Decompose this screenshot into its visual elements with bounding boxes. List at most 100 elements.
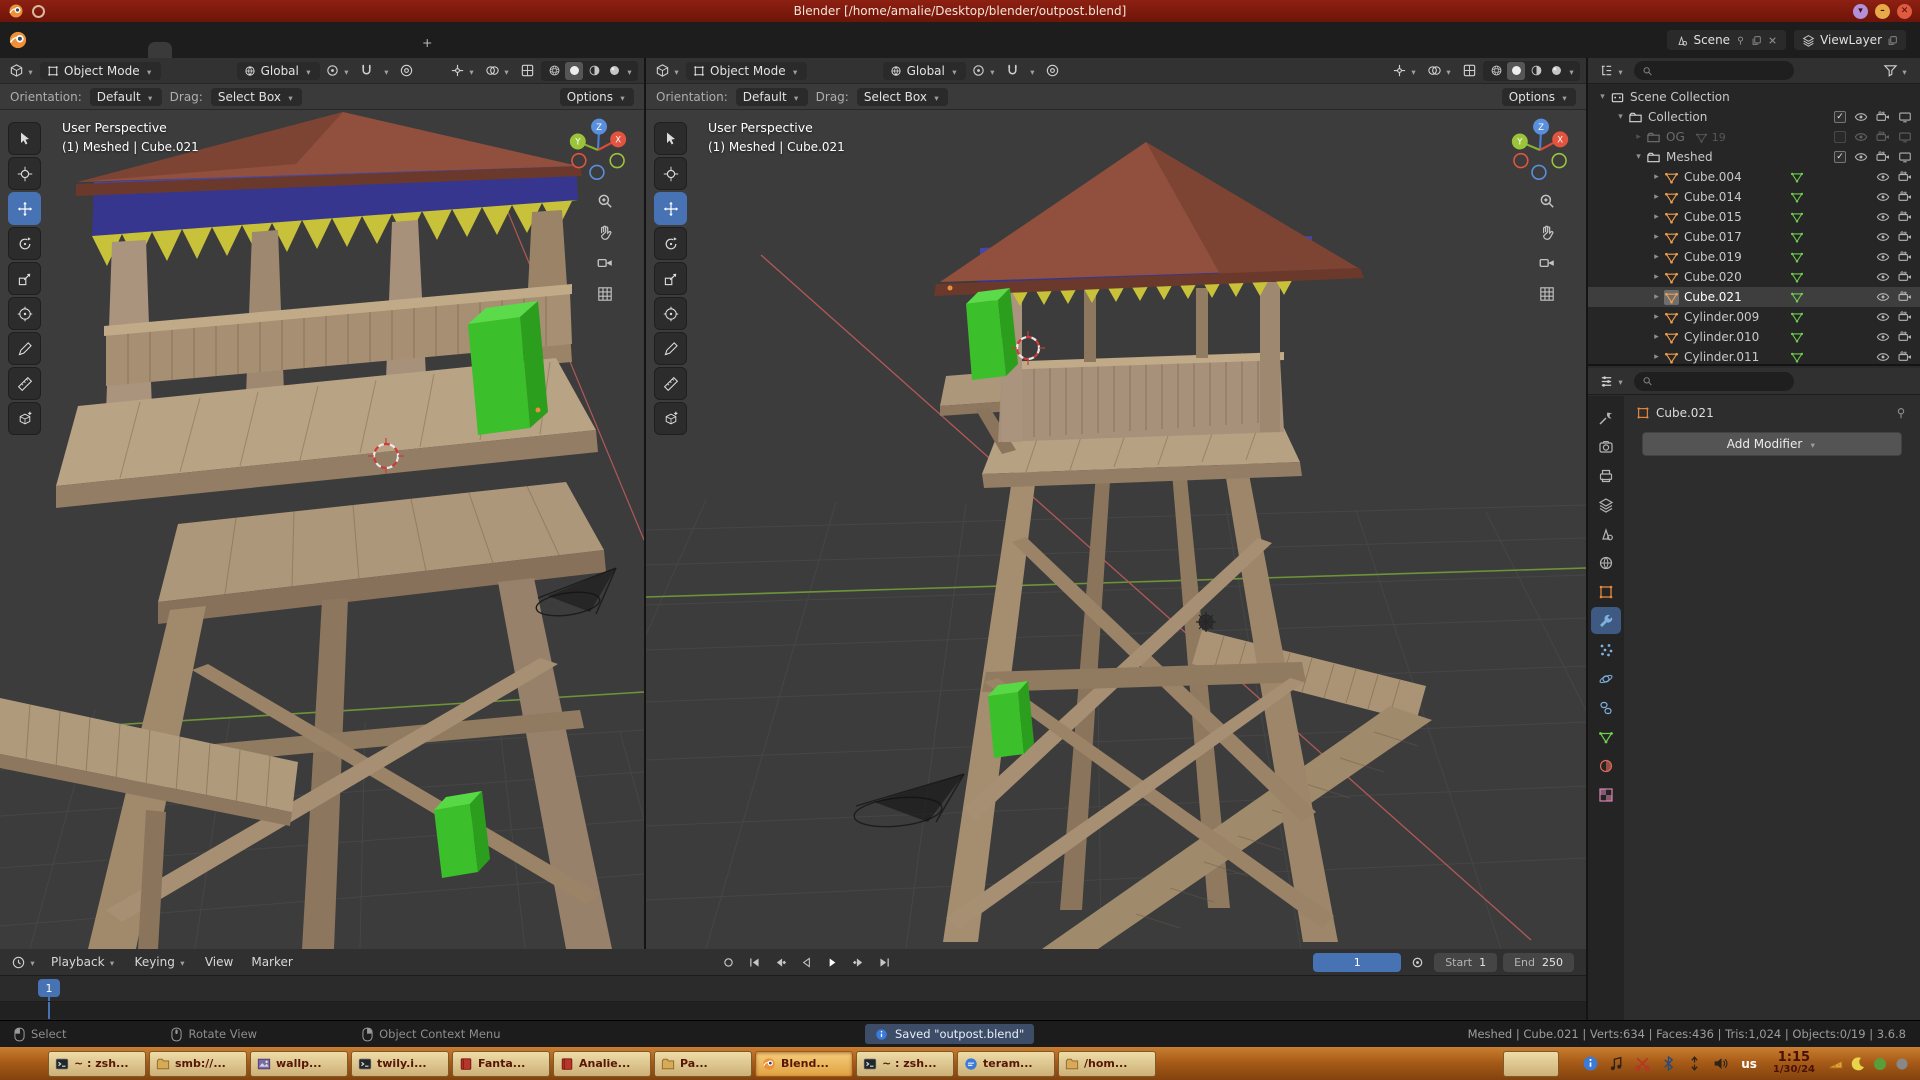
viewport-tool-button[interactable]	[8, 367, 41, 400]
zoom-icon[interactable]	[596, 192, 614, 210]
mode-selector[interactable]: Object Mode	[40, 62, 161, 80]
outliner-row[interactable]: ▸ Cube.014	[1588, 187, 1920, 207]
playhead[interactable]: 1	[38, 979, 60, 997]
expand-arrow-icon[interactable]: ▸	[1650, 232, 1663, 242]
orientation-dropdown[interactable]: Default	[736, 88, 808, 106]
sync-record-button[interactable]	[717, 952, 741, 972]
transform-orientation-selector[interactable]: Global	[237, 62, 320, 80]
viewport-menu[interactable]	[809, 69, 823, 73]
properties-search-input[interactable]	[1634, 372, 1794, 391]
outliner-item-name[interactable]: Cube.021	[1684, 290, 1742, 304]
workspace-tab[interactable]	[268, 42, 292, 58]
3d-viewport-canvas[interactable]: User Perspective (1) Meshed | Cube.021	[0, 110, 644, 949]
hide-eye-icon[interactable]	[1876, 270, 1890, 284]
workspace-tab[interactable]	[340, 42, 364, 58]
editor-type-button[interactable]	[1596, 372, 1628, 391]
shading-rendered-button[interactable]	[605, 62, 623, 80]
expand-arrow-icon[interactable]: ▸	[1650, 172, 1663, 182]
properties-tab[interactable]	[1591, 665, 1621, 692]
toggle-ortho-icon[interactable]	[1538, 285, 1556, 303]
outliner-item-name[interactable]: Cube.019	[1684, 250, 1742, 264]
taskbar-window-button[interactable]: twily.i...	[351, 1051, 449, 1077]
shading-material-button[interactable]	[585, 62, 603, 80]
next-keyframe-button[interactable]	[847, 952, 871, 972]
hide-eye-icon[interactable]	[1854, 110, 1868, 124]
exclude-checkbox[interactable]	[1834, 151, 1846, 163]
options-dropdown[interactable]: Options	[1502, 88, 1576, 106]
frame-end-field[interactable]: End250	[1503, 953, 1574, 972]
cheese-tray-icon[interactable]	[1828, 1056, 1844, 1072]
snap-settings[interactable]	[1025, 62, 1040, 80]
outliner-row[interactable]: ▸ OG 19	[1588, 127, 1920, 147]
exclude-checkbox[interactable]	[1834, 131, 1846, 143]
timeline-menu[interactable]: Keying	[128, 953, 194, 971]
render-visibility-icon[interactable]	[1898, 170, 1912, 184]
new-viewlayer-icon[interactable]	[1887, 35, 1898, 46]
overlays-toggle[interactable]	[1424, 61, 1456, 80]
pin-icon[interactable]	[1894, 406, 1908, 420]
transform-orientation-selector[interactable]: Global	[883, 62, 966, 80]
taskbar-window-button[interactable]: Fanta...	[452, 1051, 550, 1077]
outliner-row[interactable]: ▸ Cube.017	[1588, 227, 1920, 247]
editor-type-button[interactable]	[6, 61, 38, 80]
pivot-point-selector[interactable]	[322, 61, 354, 80]
navigation-gizmo[interactable]	[564, 116, 632, 184]
hide-eye-icon[interactable]	[1876, 250, 1890, 264]
expand-arrow-icon[interactable]: ▾	[1632, 152, 1645, 162]
overlays-toggle[interactable]	[482, 61, 514, 80]
outliner-item-name[interactable]: OG	[1666, 130, 1685, 144]
render-visibility-icon[interactable]	[1876, 150, 1890, 164]
viewport-tool-button[interactable]	[654, 297, 687, 330]
frame-start-field[interactable]: Start1	[1434, 953, 1497, 972]
workspace-tab[interactable]	[148, 42, 172, 58]
expand-arrow-icon[interactable]: ▸	[1650, 212, 1663, 222]
proportional-edit-toggle[interactable]	[1042, 61, 1063, 80]
timeline-menu[interactable]: Marker	[244, 953, 299, 971]
viewport-menu[interactable]	[195, 69, 209, 73]
viewport-tool-button[interactable]	[654, 367, 687, 400]
viewport-tool-button[interactable]	[654, 157, 687, 190]
outliner-row[interactable]: ▸ Cylinder.011	[1588, 347, 1920, 366]
expand-arrow-icon[interactable]: ▸	[1650, 352, 1663, 362]
editor-type-button[interactable]	[8, 953, 40, 972]
outliner-item-name[interactable]: Cube.014	[1684, 190, 1742, 204]
menubar-menu[interactable]	[114, 37, 132, 43]
xray-toggle[interactable]	[1459, 61, 1480, 80]
viewport-visibility-icon[interactable]	[1898, 150, 1912, 164]
menubar-menu[interactable]	[74, 37, 92, 43]
expand-arrow-icon[interactable]: ▸	[1650, 272, 1663, 282]
viewport-menu[interactable]	[211, 69, 225, 73]
outliner-row[interactable]: ▸ Cube.019	[1588, 247, 1920, 267]
properties-tab[interactable]	[1591, 520, 1621, 547]
zoom-icon[interactable]	[1538, 192, 1556, 210]
hide-eye-icon[interactable]	[1854, 150, 1868, 164]
outliner-row[interactable]: ▸ Cube.004	[1588, 167, 1920, 187]
keyboard-layout-indicator[interactable]: us	[1741, 1057, 1757, 1071]
render-visibility-icon[interactable]	[1898, 190, 1912, 204]
outliner-row[interactable]: ▾ Meshed	[1588, 147, 1920, 167]
previous-keyframe-button[interactable]	[769, 952, 793, 972]
clipboard-tray-icon[interactable]	[1634, 1055, 1651, 1072]
properties-tab[interactable]	[1591, 491, 1621, 518]
properties-tab[interactable]	[1591, 549, 1621, 576]
taskbar-window-button[interactable]: Pa...	[654, 1051, 752, 1077]
outliner-item-name[interactable]: Collection	[1648, 110, 1707, 124]
render-visibility-icon[interactable]	[1876, 110, 1890, 124]
outliner-item-name[interactable]: Cube.015	[1684, 210, 1742, 224]
render-visibility-icon[interactable]	[1898, 270, 1912, 284]
viewport-tool-button[interactable]	[8, 192, 41, 225]
snap-toggle[interactable]	[1002, 61, 1023, 80]
viewport-tool-button[interactable]	[654, 192, 687, 225]
viewport-tool-button[interactable]	[654, 227, 687, 260]
hide-eye-icon[interactable]	[1876, 290, 1890, 304]
render-visibility-icon[interactable]	[1898, 310, 1912, 324]
expand-arrow-icon[interactable]: ▸	[1650, 312, 1663, 322]
taskbar-window-button[interactable]: Analie...	[553, 1051, 651, 1077]
timeline-ruler[interactable]: 1	[0, 976, 1586, 1002]
render-visibility-icon[interactable]	[1898, 230, 1912, 244]
timeline-menu[interactable]: View	[198, 953, 240, 971]
bluetooth-tray-icon[interactable]	[1660, 1055, 1677, 1072]
hide-eye-icon[interactable]	[1876, 210, 1890, 224]
add-workspace-button[interactable]: +	[412, 27, 442, 58]
add-modifier-button[interactable]: Add Modifier	[1642, 432, 1901, 456]
